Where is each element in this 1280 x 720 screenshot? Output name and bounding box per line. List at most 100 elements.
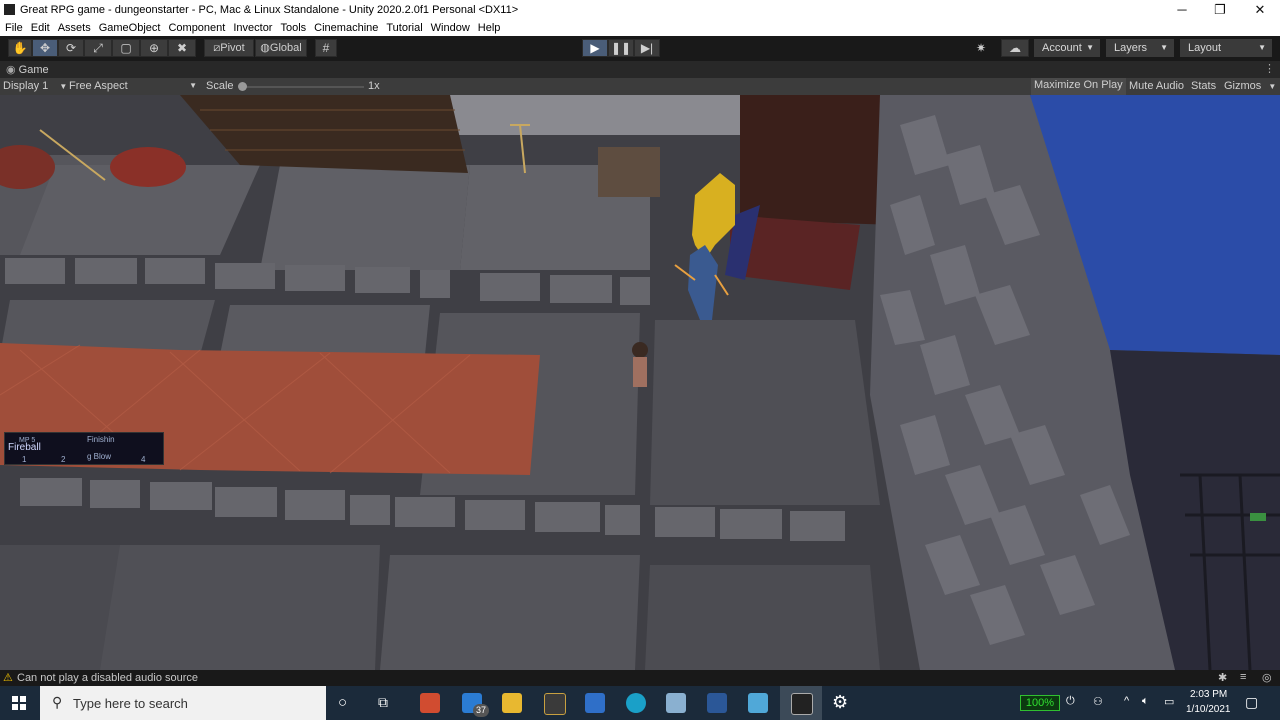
menu-gameobject[interactable]: GameObject [95, 20, 165, 36]
remote-app-icon[interactable] [748, 693, 768, 713]
task-view-icon[interactable]: ⧉ [378, 694, 388, 711]
settings-status-icon[interactable]: ◎ [1262, 671, 1272, 684]
maximize-on-play-toggle[interactable]: Maximize On Play [1031, 78, 1126, 95]
menu-window[interactable]: Window [427, 20, 474, 36]
collab-button[interactable]: ✷ [969, 39, 993, 57]
scale-slider-thumb[interactable] [238, 82, 247, 91]
gizmos-label: Gizmos [1224, 80, 1262, 92]
cortana-icon[interactable]: ○ [338, 694, 347, 711]
photos-app-icon[interactable] [666, 693, 686, 713]
hotbar-slot3-name-line1[interactable]: Finishin [87, 435, 115, 444]
rotate-icon: ⟳ [65, 41, 77, 55]
menu-file[interactable]: File [1, 20, 27, 36]
display-dropdown[interactable]: Display 1 ▼ [3, 80, 67, 92]
pdf-app-icon[interactable] [420, 693, 440, 713]
league-app-icon[interactable] [544, 693, 566, 715]
rect-tool-button[interactable]: ▢ [112, 39, 140, 57]
global-label: Global [269, 42, 302, 54]
menu-tools[interactable]: Tools [276, 20, 310, 36]
chevron-down-icon: ▼ [1086, 43, 1094, 52]
pivot-toggle[interactable]: ⧄Pivot [204, 39, 254, 57]
hotbar-slot1-key: 1 [22, 455, 27, 464]
console-status-bar[interactable]: ⚠ Can not play a disabled audio source ✱… [0, 670, 1280, 686]
aspect-dropdown[interactable]: Free Aspect ▼ [69, 80, 197, 92]
menu-component[interactable]: Component [164, 20, 229, 36]
scale-slider-track[interactable] [238, 86, 364, 88]
globe-icon: ◍ [260, 42, 270, 54]
network-icon[interactable]: ▭ [1164, 695, 1174, 708]
word-app-icon[interactable] [707, 693, 727, 713]
menu-tutorial[interactable]: Tutorial [382, 20, 426, 36]
stats-toggle[interactable]: Stats [1191, 80, 1216, 92]
chevron-down-icon: ▼ [1258, 43, 1266, 52]
hand-tool-button[interactable]: ✋ [8, 39, 32, 57]
game-tab[interactable]: ◉ Game [6, 63, 49, 76]
scale-tool-button[interactable]: ⤢ [84, 39, 112, 57]
more-options-icon[interactable]: ⋮ [1264, 62, 1275, 75]
hotbar-slot2-key: 2 [61, 455, 66, 464]
account-label: Account [1042, 42, 1082, 54]
chevron-down-icon: ▼ [1160, 43, 1168, 52]
gizmos-dropdown[interactable]: Gizmos ▼ [1224, 80, 1276, 92]
step-icon: ▶| [640, 41, 654, 55]
menu-help[interactable]: Help [474, 20, 505, 36]
power-plug-icon[interactable]: ⏻ [1066, 695, 1075, 708]
file-explorer-icon[interactable] [502, 693, 522, 713]
wrench-icon: ✖ [176, 41, 188, 55]
dungeon-scene [0, 95, 1280, 670]
settings-gear-icon[interactable]: ⚙ [832, 692, 848, 713]
chevron-down-icon: ▼ [1268, 82, 1277, 91]
mail-badge: 37 [473, 704, 489, 717]
close-button[interactable]: ✕ [1240, 0, 1280, 20]
notification-icon[interactable]: ▢ [1245, 694, 1258, 711]
scale-icon: ⤢ [93, 41, 103, 55]
custom-tool-button[interactable]: ✖ [168, 39, 196, 57]
edge-browser-icon[interactable] [626, 693, 646, 713]
game-view-header: ◉ Game ⋮ [0, 61, 1280, 78]
unity-taskbar-button[interactable] [780, 686, 822, 720]
rotate-tool-button[interactable]: ⟳ [58, 39, 84, 57]
window-title: Great RPG game - dungeonstarter - PC, Ma… [20, 4, 519, 16]
menu-edit[interactable]: Edit [27, 20, 54, 36]
minimize-button[interactable]: ─ [1162, 0, 1202, 20]
global-toggle[interactable]: ◍Global [255, 39, 307, 57]
unity-icon [791, 693, 813, 715]
layout-dropdown[interactable]: Layout ▼ [1180, 39, 1272, 57]
play-button[interactable]: ▶ [582, 39, 608, 57]
taskbar-search-box[interactable]: ⚲ Type here to search [40, 686, 326, 720]
main-toolbar: ✋ ✥ ⟳ ⤢ ▢ ⊕ ✖ ⧄Pivot ◍Global # ▶ ❚❚ ▶| ✷… [0, 36, 1280, 61]
window-title-bar: Great RPG game - dungeonstarter - PC, Ma… [0, 0, 1280, 20]
layers-status-icon[interactable]: ≡ [1240, 671, 1246, 683]
store-app-icon[interactable] [585, 693, 605, 713]
taskbar-date[interactable]: 1/10/2021 [1186, 704, 1231, 715]
taskbar-time[interactable]: 2:03 PM [1190, 689, 1227, 700]
maximize-button[interactable]: ❐ [1200, 0, 1240, 20]
grid-snap-button[interactable]: # [315, 39, 337, 57]
battery-indicator[interactable]: 100% [1020, 695, 1060, 711]
search-icon: ⚲ [52, 694, 63, 710]
bug-icon[interactable]: ✱ [1218, 671, 1227, 684]
hotbar-slot3-name-line2[interactable]: g Blow [87, 452, 111, 461]
volume-icon[interactable]: 🔈︎ [1142, 695, 1149, 708]
hotbar-slot1-name[interactable]: Fireball [8, 442, 41, 453]
menu-invector[interactable]: Invector [229, 20, 276, 36]
console-message: Can not play a disabled audio source [17, 672, 199, 684]
menu-cinemachine[interactable]: Cinemachine [310, 20, 382, 36]
rect-icon: ▢ [120, 41, 132, 55]
pause-button[interactable]: ❚❚ [608, 39, 634, 57]
layers-dropdown[interactable]: Layers ▼ [1106, 39, 1174, 57]
skill-hotbar: MP 5 Fireball 1 2 Finishin g Blow 4 [4, 432, 164, 465]
windows-taskbar: ⚲ Type here to search ○ ⧉ 37 ⚙ 100% ⏻ ⚇ … [0, 686, 1280, 720]
menu-assets[interactable]: Assets [54, 20, 95, 36]
cloud-button[interactable]: ☁ [1001, 39, 1029, 57]
account-dropdown[interactable]: Account ▼ [1034, 39, 1100, 57]
windows-start-icon[interactable] [12, 696, 26, 710]
game-viewport[interactable]: MP 5 Fireball 1 2 Finishin g Blow 4 [0, 95, 1280, 670]
move-tool-button[interactable]: ✥ [32, 39, 58, 57]
aspect-label: Free Aspect [69, 80, 128, 92]
step-button[interactable]: ▶| [634, 39, 660, 57]
chevron-up-icon[interactable]: ^ [1124, 695, 1129, 707]
mute-audio-toggle[interactable]: Mute Audio [1129, 80, 1184, 92]
people-icon[interactable]: ⚇ [1093, 695, 1103, 708]
transform-tool-button[interactable]: ⊕ [140, 39, 168, 57]
